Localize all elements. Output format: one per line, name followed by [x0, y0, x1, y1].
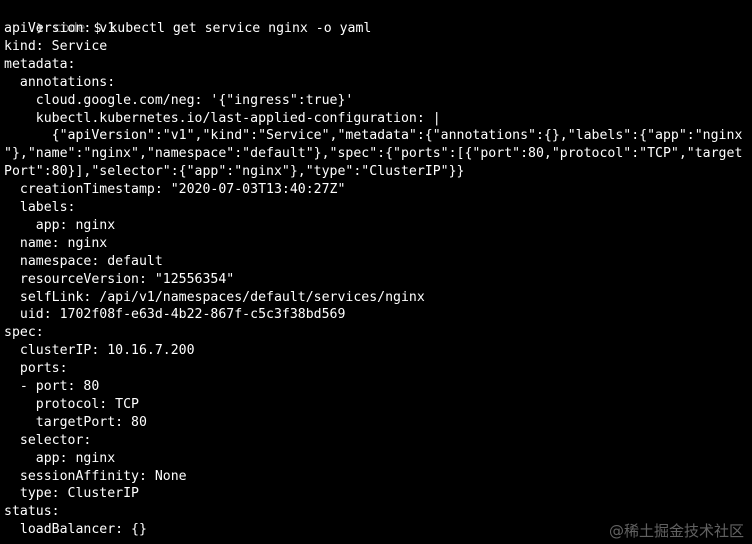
output-line: sessionAffinity: None	[4, 468, 187, 484]
output-line: kind: Service	[4, 38, 108, 54]
output-line: protocol: TCP	[4, 396, 139, 412]
output-line: annotations:	[4, 74, 116, 90]
command-text: kubectl get service nginx -o yaml	[109, 21, 372, 36]
output-line: status:	[4, 504, 60, 520]
output-line: labels:	[4, 200, 76, 215]
output-line: - port: 80	[4, 379, 100, 394]
output-line: app: nginx	[4, 450, 116, 466]
output-line: kubectl.kubernetes.io/last-applied-confi…	[4, 110, 441, 126]
output-line: apiVersion: v1	[4, 21, 116, 36]
output-line: resourceVersion: "12556354"	[4, 271, 235, 287]
output-line: ports:	[4, 361, 68, 377]
output-line: app: nginx	[4, 217, 116, 233]
output-line: loadBalancer: {}	[4, 522, 147, 538]
output-line: uid: 1702f08f-e63d-4b22-867f-c5c3f38bd56…	[4, 307, 346, 323]
prompt-line: ❯ code $ kubectl get service nginx -o ya…	[4, 2, 372, 36]
output-line: metadata:	[4, 56, 76, 72]
terminal-window[interactable]: ❯ code $ kubectl get service nginx -o ya…	[0, 0, 752, 544]
output-line: name: nginx	[4, 235, 108, 251]
output-line: type: ClusterIP	[4, 486, 139, 502]
output-line: spec:	[4, 325, 44, 341]
output-line: selector:	[4, 432, 92, 448]
output-line: namespace: default	[4, 253, 163, 269]
output-line: {"apiVersion":"v1","kind":"Service","met…	[4, 128, 743, 144]
watermark: @稀土掘金技术社区	[608, 522, 744, 540]
output-line: cloud.google.com/neg: '{"ingress":true}'	[4, 92, 354, 108]
output-line: clusterIP: 10.16.7.200	[4, 343, 195, 359]
output-line: targetPort: 80	[4, 414, 147, 430]
output-line: Port":80}],"selector":{"app":"nginx"},"t…	[4, 164, 465, 180]
output-line: "},"name":"nginx","namespace":"default"}…	[4, 146, 743, 162]
output-line: selfLink: /api/v1/namespaces/default/ser…	[4, 289, 425, 305]
output-line: creationTimestamp: "2020-07-03T13:40:27Z…	[4, 182, 346, 198]
